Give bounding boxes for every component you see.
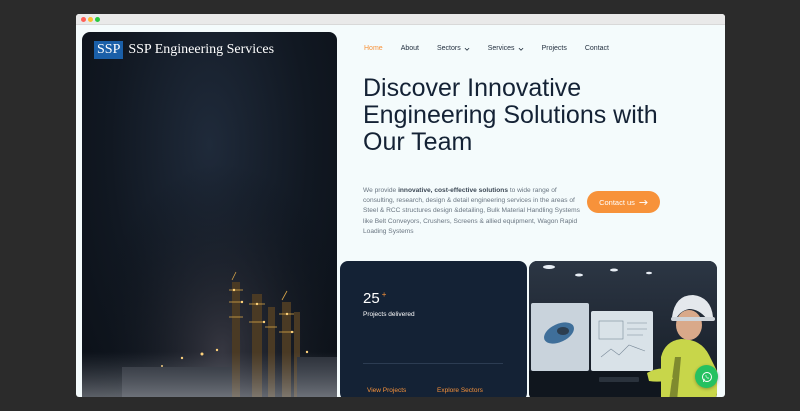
whatsapp-chat-button[interactable] [695, 365, 718, 388]
nav-services[interactable]: Services [488, 45, 524, 52]
nav-about[interactable]: About [401, 45, 419, 52]
engineer-photo [529, 261, 717, 397]
nav-sectors-label: Sectors [436, 45, 461, 52]
description-rest: to wide range of consulting, research, d… [363, 187, 580, 235]
engineer-at-workstation-illustration [529, 261, 717, 397]
explore-sectors-link[interactable]: Explore Sectors [437, 387, 483, 394]
logo-badge: SSP [94, 41, 124, 59]
hero-headline: Discover Innovative Engineering Solution… [363, 75, 693, 156]
contact-us-label: Contact us [599, 197, 635, 207]
projects-count: 25 + [363, 290, 386, 307]
nav-projects[interactable]: Projects [542, 45, 567, 52]
nav-sectors[interactable]: Sectors [437, 45, 470, 52]
refinery-night-illustration [82, 32, 337, 397]
maximize-window-dot[interactable] [95, 17, 100, 22]
chevron-down-icon [518, 47, 523, 51]
close-window-dot[interactable] [81, 17, 86, 22]
projects-delivered-label: Projects delivered [363, 311, 415, 318]
headline-line: Discover Innovative [363, 74, 582, 102]
logo-text: SSP Engineering Services [128, 42, 275, 57]
brand-logo[interactable]: SSP SSP Engineering Services [94, 41, 274, 59]
chevron-down-icon [464, 47, 470, 51]
minimize-window-dot[interactable] [88, 17, 93, 22]
hero-image-panel: SSP SSP Engineering Services [82, 32, 337, 397]
headline-line: Engineering Solutions with [363, 101, 658, 129]
stats-card: 25 + Projects delivered View Projects Exp… [340, 261, 527, 397]
main-nav: Home About Sectors Services Projects Con… [364, 45, 627, 52]
description-prefix: We provide [363, 187, 399, 194]
nav-services-label: Services [487, 45, 515, 52]
nav-home[interactable]: Home [364, 45, 383, 52]
headline-line: Our Team [363, 128, 473, 156]
arrow-right-icon [639, 199, 648, 205]
contact-us-button[interactable]: Contact us [587, 191, 660, 213]
view-projects-link[interactable]: View Projects [367, 387, 406, 394]
description-bold: innovative, cost-effective solutions [398, 187, 508, 194]
nav-contact[interactable]: Contact [585, 45, 609, 52]
hero-description: We provide innovative, cost-effective so… [363, 186, 585, 237]
projects-count-number: 25 [363, 290, 380, 307]
window-titlebar [76, 14, 725, 25]
whatsapp-icon [701, 371, 712, 382]
browser-window: SSP SSP Engineering Services Home About … [76, 14, 725, 397]
projects-count-suffix: + [381, 290, 387, 299]
card-divider [363, 363, 503, 364]
